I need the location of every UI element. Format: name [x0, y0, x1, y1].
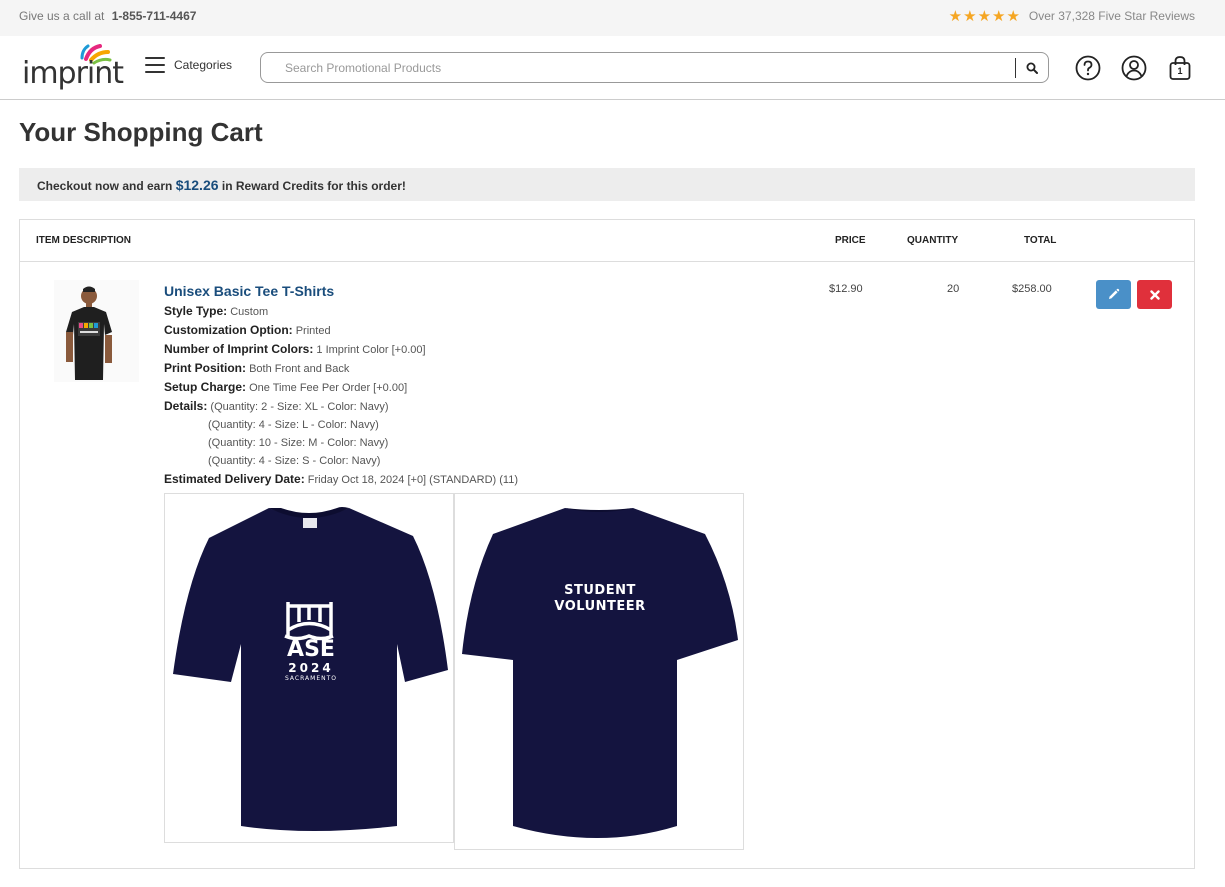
back-print-line2: VOLUNTEER: [554, 599, 646, 614]
reward-banner: Checkout now and earn $12.26 in Reward C…: [19, 168, 1195, 201]
front-print-line2: 2024: [288, 661, 334, 675]
help-icon: [1075, 55, 1101, 81]
imprint-colors-value: 1 Imprint Color [+0.00]: [316, 344, 426, 356]
item-price: $12.90: [829, 283, 863, 295]
col-item-description: ITEM DESCRIPTION: [36, 235, 132, 246]
setup-charge-label: Setup Charge:: [164, 380, 247, 394]
detail-line: (Quantity: 4 - Size: S - Color: Navy): [208, 455, 381, 467]
front-print-line3: SACRAMENTO: [285, 675, 337, 682]
item-name-link[interactable]: Unisex Basic Tee T-Shirts: [164, 283, 334, 299]
reward-amount: $12.26: [175, 177, 219, 193]
cart-count: 1: [1177, 66, 1183, 76]
categories-menu-button[interactable]: Categories: [145, 57, 232, 73]
help-button[interactable]: [1074, 54, 1102, 82]
imprint-logo[interactable]: imprint: [22, 44, 124, 92]
search-box: [260, 52, 1049, 83]
item-quantity: 20: [947, 283, 960, 295]
cart-table-header: ITEM DESCRIPTION PRICE QUANTITY TOTAL: [20, 220, 1194, 262]
site-header: imprint Categories Search Promotional Pr…: [0, 36, 1225, 100]
account-icon: [1121, 55, 1147, 81]
pencil-icon: [1109, 288, 1120, 299]
phone-number[interactable]: 1-855-711-4467: [112, 9, 197, 23]
close-icon: [1149, 289, 1160, 300]
account-button[interactable]: [1120, 54, 1148, 82]
customization-label: Customization Option:: [164, 323, 293, 337]
page-title: Your Shopping Cart: [19, 117, 263, 147]
remove-item-button[interactable]: [1137, 280, 1172, 309]
back-print-line1: STUDENT: [564, 583, 636, 598]
categories-label: Categories: [174, 58, 233, 72]
front-proof-image[interactable]: ASE 2024 SACRAMENTO: [164, 493, 454, 843]
detail-line: (Quantity: 4 - Size: L - Color: Navy): [208, 419, 379, 431]
reward-suffix: in Reward Credits for this order!: [221, 179, 406, 193]
call-us: Give us a call at 1-855-711-4467: [19, 9, 196, 23]
reviews-summary[interactable]: ★★★★★ Over 37,328 Five Star Reviews: [949, 7, 1195, 25]
logo-text: imprint: [22, 56, 124, 91]
search-input[interactable]: [273, 57, 1013, 78]
cart-table: ITEM DESCRIPTION PRICE QUANTITY TOTAL Un…: [19, 219, 1195, 869]
reviews-text: Over 37,328 Five Star Reviews: [1028, 9, 1195, 23]
col-quantity: QUANTITY: [907, 235, 959, 246]
back-proof-image[interactable]: STUDENT VOLUNTEER: [454, 493, 744, 850]
search-button[interactable]: [1021, 58, 1043, 78]
print-position-value: Both Front and Back: [249, 363, 350, 375]
style-type-value: Custom: [230, 306, 269, 318]
detail-line: (Quantity: 2 - Size: XL - Color: Navy): [210, 401, 389, 413]
search-divider: [1015, 58, 1016, 78]
cart-button[interactable]: 1: [1166, 54, 1194, 82]
delivery-date-label: Estimated Delivery Date:: [164, 472, 305, 486]
hamburger-icon: [145, 57, 165, 73]
setup-charge-value: One Time Fee Per Order [+0.00]: [249, 382, 408, 394]
star-rating-icon: ★★★★★: [948, 8, 1021, 25]
details-label: Details:: [164, 399, 208, 413]
col-price: PRICE: [835, 235, 866, 246]
style-type-label: Style Type:: [164, 304, 228, 318]
front-print-line1: ASE: [287, 637, 335, 662]
edit-item-button[interactable]: [1096, 280, 1131, 309]
col-total: TOTAL: [1024, 235, 1057, 246]
print-position-label: Print Position:: [164, 361, 246, 375]
item-total: $258.00: [1012, 283, 1052, 295]
tshirt-back-graphic: [462, 508, 738, 838]
customization-value: Printed: [295, 325, 331, 337]
item-specs: Style Type: Custom Customization Option:…: [164, 302, 518, 489]
search-icon: [1026, 62, 1038, 74]
top-bar: Give us a call at 1-855-711-4467 ★★★★★ O…: [0, 0, 1225, 36]
call-text: Give us a call at: [19, 9, 105, 23]
product-thumbnail[interactable]: [54, 280, 139, 382]
detail-line: (Quantity: 10 - Size: M - Color: Navy): [208, 437, 389, 449]
reward-prefix: Checkout now and earn: [37, 179, 173, 193]
imprint-colors-label: Number of Imprint Colors:: [164, 342, 314, 356]
delivery-date-value: Friday Oct 18, 2024 [+0] (STANDARD) (11): [307, 474, 518, 486]
